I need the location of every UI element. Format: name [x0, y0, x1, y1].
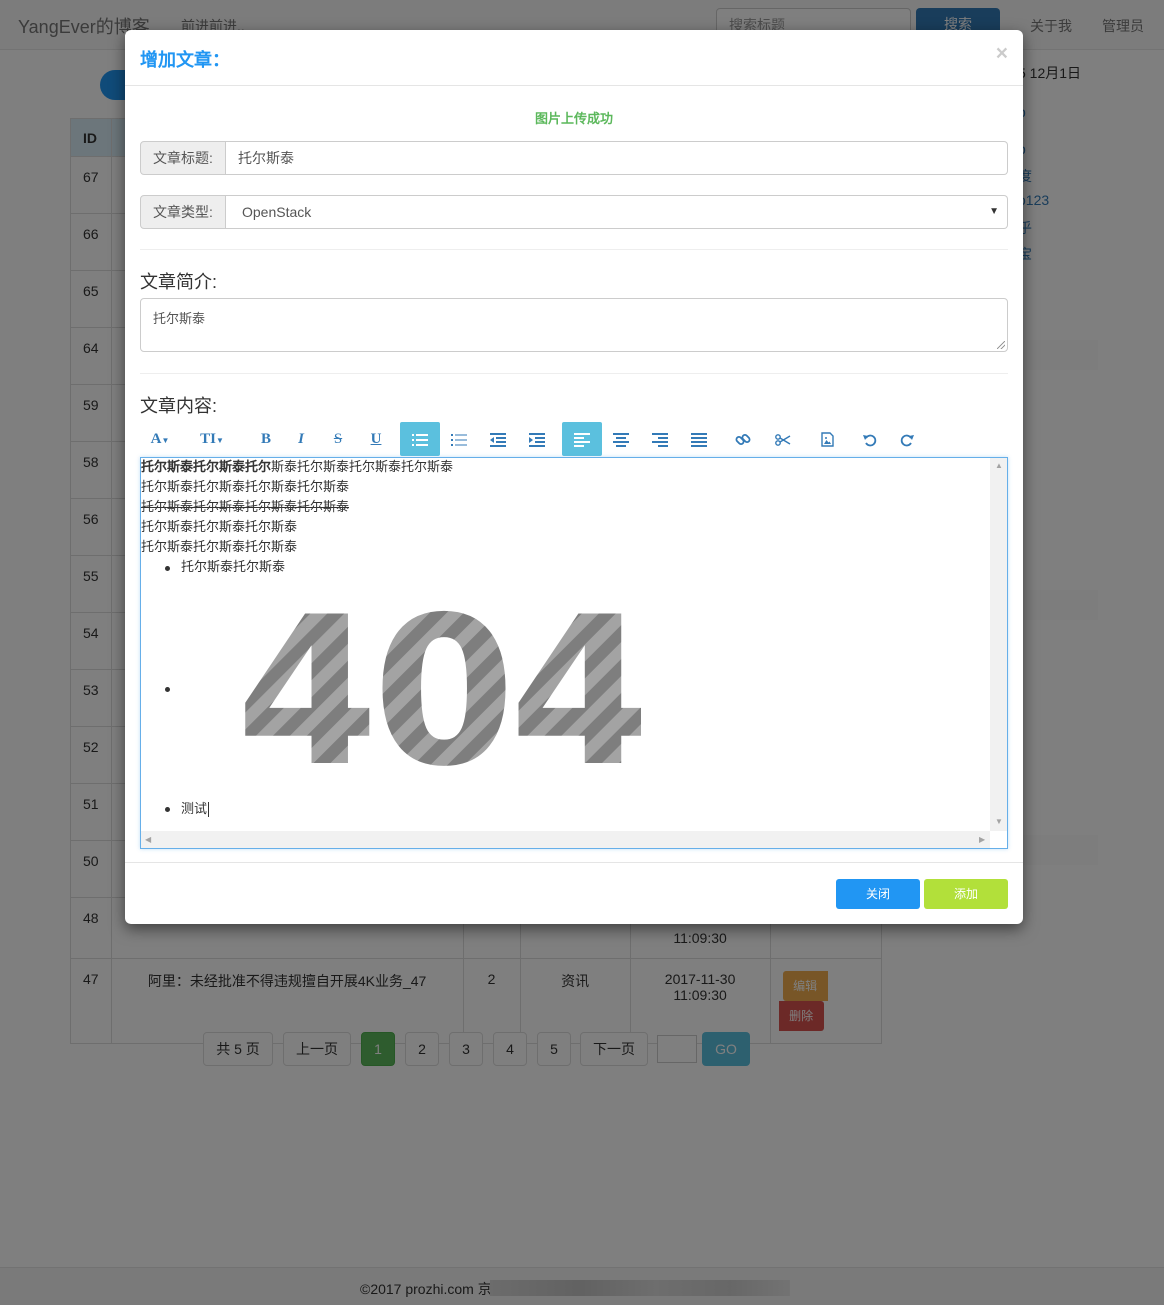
image-404-text: 404 — [241, 598, 641, 773]
type-label: 文章类型: — [140, 195, 226, 229]
divider — [140, 373, 1008, 374]
title-input[interactable]: 托尔斯泰 — [226, 141, 1008, 175]
outdent-icon — [490, 432, 506, 447]
editor-content[interactable]: 托尔斯泰托尔斯泰托尔斯泰托尔斯泰托尔斯泰托尔斯泰 托尔斯泰托尔斯泰托尔斯泰托尔斯… — [141, 458, 991, 832]
font-family-button[interactable]: A▼ — [140, 422, 180, 456]
scroll-down-icon[interactable]: ▼ — [995, 817, 1003, 826]
list-item: 测试​ — [181, 800, 210, 820]
caret-down-icon: ▼ — [989, 206, 999, 217]
editor-line: 托尔斯泰托尔斯泰托尔斯泰托尔斯泰 — [141, 480, 350, 495]
align-justify-button[interactable] — [679, 422, 719, 456]
type-select-value: OpenStack — [242, 204, 312, 220]
bullet-list-button[interactable] — [400, 422, 440, 456]
remove-link-button[interactable] — [763, 422, 803, 456]
align-right-icon — [652, 432, 668, 447]
font-size-button[interactable]: TI▼ — [192, 422, 232, 456]
scrollbar-corner — [990, 831, 1007, 848]
strikethrough-button[interactable]: S — [318, 422, 358, 456]
align-center-icon — [613, 432, 629, 447]
align-right-button[interactable] — [640, 422, 680, 456]
divider — [140, 249, 1008, 250]
undo-icon — [863, 434, 877, 446]
text: 斯泰托尔斯泰托尔斯泰托尔斯泰 — [271, 460, 454, 475]
editor-line: 托尔斯泰托尔斯泰托尔斯泰 — [141, 540, 298, 555]
insert-link-button[interactable] — [723, 422, 763, 456]
caret-down-icon: ▼ — [215, 436, 224, 445]
list-bullet — [165, 807, 170, 812]
redo-icon — [900, 434, 914, 446]
summary-textarea[interactable]: 托尔斯泰 — [140, 298, 1008, 352]
list-item-text: 测试 — [181, 802, 208, 817]
broken-image-404[interactable]: 404 — [241, 598, 641, 773]
text-cursor: ​ — [208, 802, 210, 817]
editor-line-strikethrough: 托尔斯泰托尔斯泰托尔斯泰托尔斯泰 — [141, 500, 350, 515]
caret-down-icon: ▼ — [161, 436, 170, 445]
list-ul-icon — [412, 433, 428, 446]
add-article-modal: 增加文章： × 图片上传成功 文章标题: 托尔斯泰 文章类型: OpenStac… — [125, 30, 1023, 924]
close-button[interactable]: 关闭 — [836, 879, 920, 909]
scroll-left-icon[interactable]: ◀ — [145, 835, 151, 844]
list-item: 托尔斯泰托尔斯泰 — [181, 560, 286, 575]
link-icon — [735, 433, 751, 445]
align-center-button[interactable] — [601, 422, 641, 456]
redo-button[interactable] — [887, 422, 927, 456]
scissors-icon — [775, 433, 791, 446]
bold-button[interactable]: B — [246, 422, 286, 456]
indent-icon — [529, 432, 545, 447]
add-button[interactable]: 添加 — [924, 879, 1008, 909]
indent-button[interactable] — [517, 422, 557, 456]
close-icon[interactable]: × — [996, 43, 1008, 64]
insert-image-button[interactable] — [807, 422, 847, 456]
list-bullet — [165, 566, 170, 571]
content-label: 文章内容: — [140, 396, 218, 416]
type-input-group: 文章类型: OpenStack ▼ — [140, 195, 1008, 229]
bold-text: 托尔斯泰托尔斯泰托尔 — [141, 460, 272, 475]
modal-footer-divider — [125, 862, 1023, 863]
upload-success-message: 图片上传成功 — [534, 111, 613, 126]
text-height-icon: TI — [200, 431, 216, 447]
font-icon: A — [150, 431, 162, 447]
undo-button[interactable] — [850, 422, 890, 456]
resize-handle-icon[interactable] — [997, 341, 1005, 349]
summary-text: 托尔斯泰 — [153, 311, 206, 326]
italic-button[interactable]: I — [281, 422, 321, 456]
list-bullet — [165, 687, 170, 692]
picture-icon — [820, 432, 834, 447]
title-label: 文章标题: — [140, 141, 226, 175]
modal-title: 增加文章： — [140, 50, 230, 70]
vertical-scrollbar[interactable]: ▲ ▼ — [990, 458, 1007, 832]
title-input-group: 文章标题: 托尔斯泰 — [140, 141, 1008, 175]
numbered-list-button[interactable] — [439, 422, 479, 456]
modal-header: 增加文章： × — [125, 30, 1023, 86]
summary-label: 文章简介: — [140, 272, 218, 292]
outdent-button[interactable] — [478, 422, 518, 456]
scroll-up-icon[interactable]: ▲ — [995, 461, 1003, 470]
horizontal-scrollbar[interactable]: ◀ ▶ — [141, 831, 991, 848]
scroll-right-icon[interactable]: ▶ — [979, 835, 985, 844]
list-ol-icon — [451, 433, 467, 446]
type-select[interactable]: OpenStack ▼ — [226, 195, 1008, 229]
content-editor[interactable]: 托尔斯泰托尔斯泰托尔斯泰托尔斯泰托尔斯泰托尔斯泰 托尔斯泰托尔斯泰托尔斯泰托尔斯… — [140, 457, 1008, 849]
align-left-button[interactable] — [562, 422, 602, 456]
editor-line: 托尔斯泰托尔斯泰托尔斯泰托尔斯泰托尔斯泰托尔斯泰 — [141, 458, 991, 478]
underline-button[interactable]: U — [356, 422, 396, 456]
align-left-icon — [574, 432, 590, 447]
editor-toolbar: A▼ TI▼ B I S U — [140, 422, 1008, 458]
editor-line: 托尔斯泰托尔斯泰托尔斯泰 — [141, 520, 298, 535]
align-justify-icon — [691, 432, 707, 447]
